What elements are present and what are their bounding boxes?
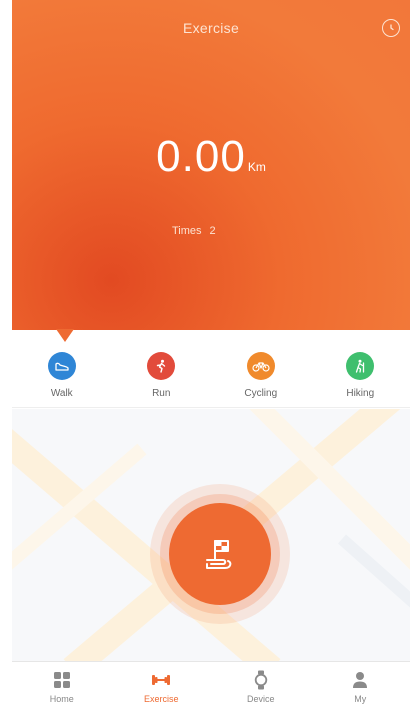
mode-walk[interactable]: Walk [27, 352, 97, 399]
exercise-summary-panel: Exercise 0.00 Km Times 2 [12, 0, 410, 330]
tab-device-label: Device [246, 693, 275, 704]
person-icon [353, 671, 368, 688]
distance-unit: Km [247, 160, 266, 174]
times-label: Times [172, 225, 202, 237]
mode-hiking[interactable]: Hiking [325, 352, 395, 399]
cycling-mode-circle [246, 352, 275, 380]
watch-icon [254, 670, 267, 689]
tab-home-label: Home [49, 693, 74, 704]
mode-run[interactable]: Run [126, 352, 196, 399]
tab-device[interactable]: Device [226, 670, 296, 704]
mode-hiking-label: Hiking [346, 388, 375, 399]
tab-exercise-label: Exercise [143, 693, 179, 704]
distance-value: 0.00 [156, 132, 246, 181]
hiking-person-icon [356, 359, 365, 373]
run-mode-circle [147, 352, 176, 380]
grid-icon [53, 671, 70, 688]
walk-mode-circle [47, 352, 76, 380]
shoe-icon [55, 362, 69, 371]
tab-exercise[interactable]: Exercise [126, 670, 196, 704]
distance-readout: 0.00 Km [12, 132, 410, 182]
times-value: 2 [209, 225, 216, 237]
mode-cycling[interactable]: Cycling [226, 352, 296, 399]
times-readout: Times 2 [12, 225, 410, 237]
mode-cycling-label: Cycling [244, 388, 278, 399]
hiking-mode-circle [346, 352, 375, 380]
running-person-icon [157, 359, 166, 373]
start-button-ring [160, 494, 280, 614]
flag-hand-icon [206, 540, 232, 569]
bottom-tab-bar: Home Exercise Device My [12, 661, 410, 711]
tab-my-label: My [354, 693, 367, 704]
dumbbell-icon [152, 674, 171, 685]
start-button-core [169, 503, 271, 605]
selected-mode-pointer [56, 329, 74, 342]
page-title: Exercise [182, 20, 240, 36]
history-button[interactable] [382, 19, 400, 37]
mode-run-label: Run [152, 388, 171, 399]
start-exercise-button[interactable] [150, 484, 290, 624]
clock-icon [390, 24, 394, 31]
tab-home[interactable]: Home [27, 670, 97, 704]
mode-walk-label: Walk [50, 388, 73, 399]
bicycle-icon [252, 362, 270, 372]
tab-my[interactable]: My [325, 670, 395, 704]
exercise-mode-selector: Walk Run Cycling Hiking [12, 342, 410, 408]
